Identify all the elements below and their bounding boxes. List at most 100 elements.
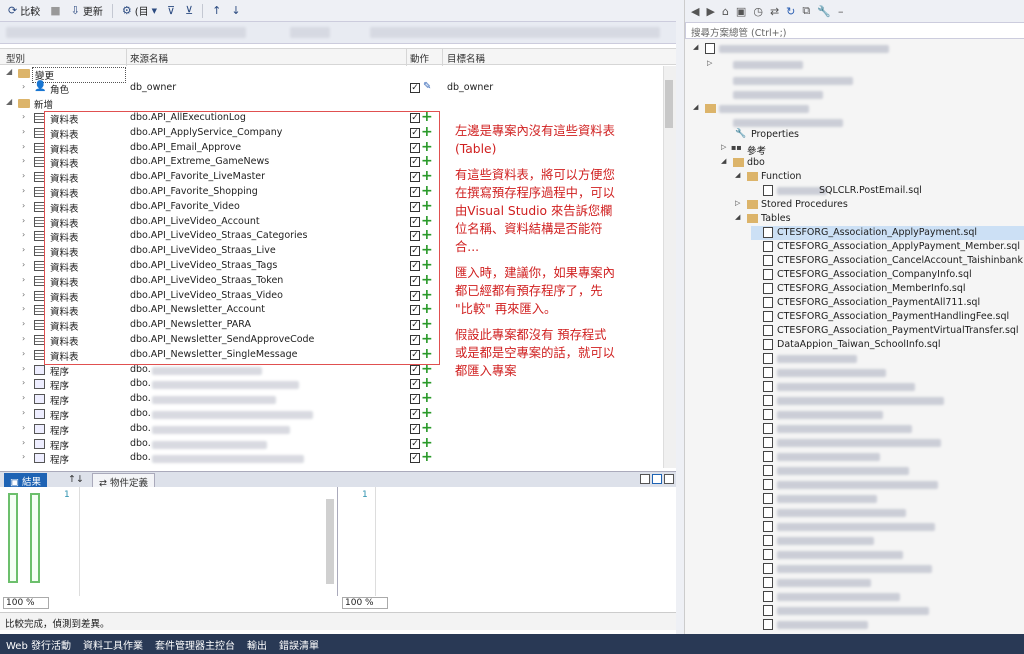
bottom-tab[interactable]: Web 發行活動 (6, 637, 71, 652)
bottom-tab[interactable]: 錯誤清單 (279, 637, 319, 652)
tree-node-table-file[interactable] (751, 352, 1024, 366)
expand-icon[interactable]: › (22, 216, 25, 225)
include-checkbox[interactable]: ✓ (410, 438, 420, 449)
tree-node-tables[interactable]: ◢ Tables (735, 212, 1024, 226)
include-checkbox[interactable]: ✓ (410, 379, 420, 390)
col-target-header[interactable]: 目標名稱 (447, 51, 485, 65)
tree-node-table-file[interactable] (751, 394, 1024, 408)
tree-node-table-file[interactable] (751, 366, 1024, 380)
tree-node-table-file[interactable] (751, 548, 1024, 562)
col-source-header[interactable]: 來源名稱 (130, 51, 168, 65)
expand-icon[interactable]: › (22, 112, 25, 121)
next-change-button[interactable]: ↓ (227, 2, 244, 20)
tree-node-properties[interactable]: 🔧 Properties (725, 128, 1024, 142)
tree-node-function[interactable]: ◢ Function (735, 170, 1024, 184)
tree-node-table-file[interactable] (751, 590, 1024, 604)
bottom-tab[interactable]: 資料工具作業 (83, 637, 143, 652)
collapse-icon[interactable]: ◢ (735, 213, 740, 221)
collapse-icon[interactable]: ◢ (735, 171, 740, 179)
expand-icon[interactable]: ▷ (707, 59, 712, 67)
split-vertical-icon[interactable] (640, 474, 650, 484)
collapse-icon[interactable]: ◢ (721, 157, 726, 165)
properties-wrench-icon[interactable]: 🔧 (817, 5, 831, 18)
expand-icon[interactable]: › (22, 245, 25, 254)
back-icon[interactable]: ◀ (691, 5, 699, 18)
group-changed[interactable]: ◢ 變更 (0, 66, 663, 83)
source-target-bar[interactable] (0, 22, 676, 44)
sort-icon[interactable]: ↑↓ (62, 473, 90, 487)
tree-node-table-file[interactable] (751, 562, 1024, 576)
clear-filter-button[interactable]: ⊻ (181, 2, 197, 20)
options-button[interactable]: ⚙ (目 ▼ (118, 2, 161, 20)
sync-icon[interactable]: ⇄ (770, 5, 779, 18)
collapse-icon[interactable]: ◢ (6, 97, 12, 106)
solution-search-input[interactable]: 搜尋方案總管 (Ctrl+;) (685, 22, 1024, 39)
grid-scroll-thumb[interactable] (665, 80, 673, 128)
expand-icon[interactable]: › (22, 171, 25, 180)
collapse-icon[interactable]: ◢ (693, 43, 698, 51)
expand-icon[interactable]: › (22, 230, 25, 239)
tree-node-table-file[interactable] (751, 534, 1024, 548)
history-icon[interactable]: ◷ (753, 5, 763, 18)
col-type-header[interactable]: 型別 (6, 51, 25, 65)
editor-scrollbar[interactable] (326, 499, 334, 584)
tree-node-table-file[interactable] (751, 422, 1024, 436)
bottom-tab[interactable]: 套件管理器主控台 (155, 637, 235, 652)
tree-node-table-file[interactable]: CTESFORG_Association_CancelAccount_Taish… (751, 254, 1024, 268)
tree-node-redacted[interactable] (707, 88, 1024, 102)
col-divider[interactable] (406, 49, 407, 66)
col-divider[interactable] (126, 49, 127, 66)
include-checkbox[interactable]: ✓ (410, 364, 420, 375)
split-horizontal-icon[interactable] (652, 474, 662, 484)
tree-node-table-file[interactable]: CTESFORG_Association_MemberInfo.sql (751, 282, 1024, 296)
expand-icon[interactable]: › (22, 186, 25, 195)
filter-button[interactable]: ⊽ (163, 2, 179, 20)
tree-node-dbo[interactable]: ◢ dbo (721, 156, 1024, 170)
tree-node-references[interactable]: ▷ ▪▪ 參考 (721, 142, 1024, 157)
table-row[interactable]: › 👤 角色 db_owner ✓ ✎ db_owner (0, 81, 663, 96)
table-row[interactable]: › 程序 dbo. ✓ + (0, 405, 663, 422)
expand-icon[interactable]: › (22, 201, 25, 210)
col-divider[interactable] (442, 49, 443, 66)
update-button[interactable]: ⇩ 更新 (67, 2, 107, 20)
stop-button[interactable]: ■ (46, 2, 64, 20)
expand-icon[interactable]: › (22, 452, 25, 461)
expand-icon[interactable]: › (22, 393, 25, 402)
expand-icon[interactable]: › (22, 82, 25, 91)
zoom-select-right[interactable]: 100 % (342, 597, 388, 609)
tree-node-solution[interactable]: ◢ (693, 42, 1024, 56)
tree-node-table-file[interactable] (751, 576, 1024, 590)
forward-icon[interactable]: ▶ (706, 5, 714, 18)
zoom-select-left[interactable]: 100 % (3, 597, 49, 609)
expand-icon[interactable]: › (22, 438, 25, 447)
collapse-icon[interactable]: ◢ (693, 103, 698, 111)
pin-icon[interactable]: – (838, 5, 844, 18)
table-row[interactable]: › 程序 dbo. ✓ + (0, 449, 663, 466)
table-row[interactable]: › 程序 dbo. ✓ + (0, 390, 663, 407)
expand-icon[interactable]: › (22, 378, 25, 387)
tree-node-redacted[interactable]: ▷ (707, 58, 1024, 72)
bottom-tab[interactable]: 輸出 (247, 637, 267, 652)
table-row[interactable]: › 程序 dbo. ✓ + (0, 435, 663, 452)
tree-node-stored-procedures[interactable]: ▷ Stored Procedures (735, 198, 1024, 212)
include-checkbox[interactable]: ✓ (410, 423, 420, 434)
tree-node-function-file[interactable]: SQLCLR.PostEmail.sql (751, 184, 1024, 198)
expand-icon[interactable]: › (22, 364, 25, 373)
tab-results[interactable]: ▣ 結果 (4, 473, 48, 488)
include-checkbox[interactable]: ✓ (410, 453, 420, 464)
tree-node-table-file[interactable] (751, 506, 1024, 520)
expand-icon[interactable]: › (22, 127, 25, 136)
tree-node-table-file[interactable]: CTESFORG_Association_CompanyInfo.sql (751, 268, 1024, 282)
expand-icon[interactable]: › (22, 275, 25, 284)
expand-icon[interactable]: › (22, 423, 25, 432)
previous-change-button[interactable]: ↑ (208, 2, 225, 20)
switch-view-icon[interactable]: ▣ (736, 5, 746, 18)
tree-node-table-file[interactable]: CTESFORG_Association_ApplyPayment_Member… (751, 240, 1024, 254)
tree-node-table-file[interactable] (751, 618, 1024, 632)
table-row[interactable]: › 程序 dbo. ✓ + (0, 420, 663, 437)
tree-node-table-file[interactable]: CTESFORG_Association_PaymentVirtualTrans… (751, 324, 1024, 338)
tree-node-table-file[interactable] (751, 408, 1024, 422)
expand-icon[interactable]: › (22, 142, 25, 151)
collapse-all-icon[interactable]: ⧉ (802, 4, 810, 18)
group-added[interactable]: ◢ 新增 (0, 96, 663, 111)
